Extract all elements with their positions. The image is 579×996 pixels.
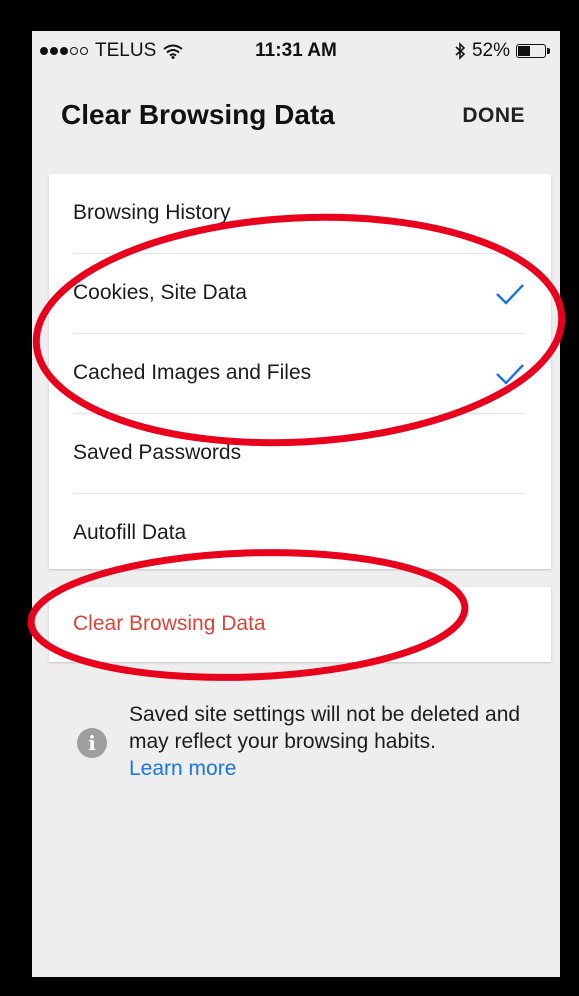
info-note: Saved site settings will not be deleted … [129,701,539,782]
info-text: Saved site settings will not be deleted … [129,703,521,753]
battery-percent: 52% [471,40,510,61]
option-label: Cookies, Site Data [73,281,247,304]
learn-more-link[interactable]: Learn more [129,755,236,782]
clear-browsing-data-button[interactable]: Clear Browsing Data [49,587,551,662]
option-label: Saved Passwords [73,441,242,464]
status-bar: TELUS 11:31 AM 52% [32,31,560,71]
option-saved-passwords[interactable]: Saved Passwords [73,414,525,494]
clear-button-label: Clear Browsing Data [73,612,266,635]
options-list: Browsing History Cookies, Site Data Cach… [49,174,551,569]
status-right: 52% [455,40,550,62]
checkmark-icon [496,364,524,385]
screen: TELUS 11:31 AM 52% Clear Browsing Data D… [32,31,560,977]
info-icon: i [77,728,107,758]
option-label: Autofill Data [73,521,187,544]
battery-icon [516,44,550,58]
option-autofill-data[interactable]: Autofill Data [73,494,525,573]
option-cached-images-files[interactable]: Cached Images and Files [73,334,525,414]
battery-fill [518,46,530,56]
done-button[interactable]: DONE [462,104,525,128]
checkmark-icon [496,284,524,305]
battery-tip [547,48,550,54]
option-label: Browsing History [73,201,231,224]
bluetooth-icon [455,42,466,60]
device-frame: TELUS 11:31 AM 52% Clear Browsing Data D… [0,0,579,996]
page-title: Clear Browsing Data [61,99,335,130]
option-cookies-site-data[interactable]: Cookies, Site Data [73,254,525,334]
option-browsing-history[interactable]: Browsing History [73,174,525,254]
option-label: Cached Images and Files [73,361,312,384]
